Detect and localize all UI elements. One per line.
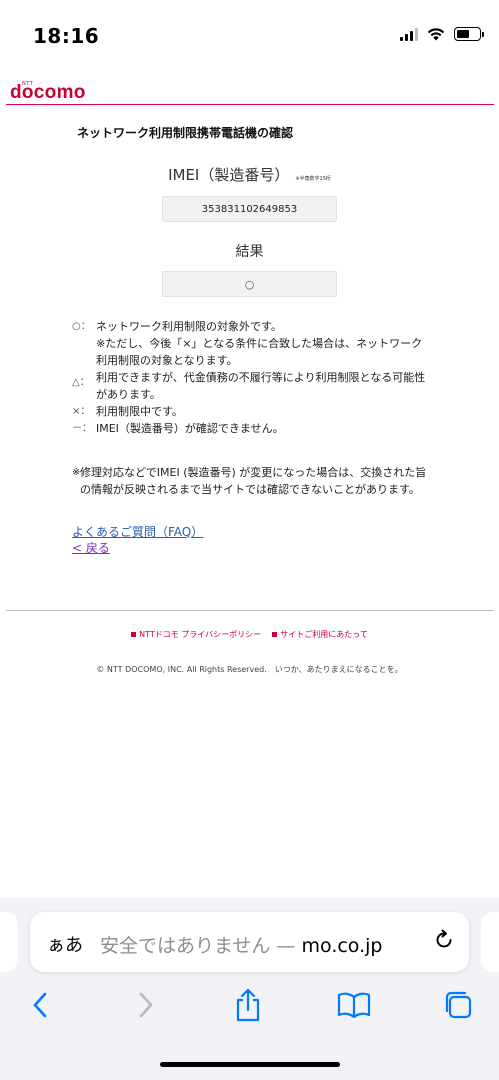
address-bar[interactable]: ぁあ 安全ではありません — mo.co.jp bbox=[30, 912, 469, 972]
bullet-icon bbox=[131, 632, 137, 637]
result-label: 結果 bbox=[235, 244, 264, 260]
copyright: © NTT DOCOMO, INC. All Rights Reserved. … bbox=[96, 665, 403, 674]
legend-item-caution: △： 利用できますが、代金債務の不履行等により利用制限となる可能性があります。 bbox=[72, 369, 432, 403]
share-icon[interactable] bbox=[230, 985, 266, 1025]
privacy-policy-link[interactable]: NTTドコモ プライバシーポリシー bbox=[139, 630, 261, 639]
legend-item-unknown: －： IMEI（製造番号）が確認できません。 bbox=[72, 420, 432, 437]
next-tab-pill[interactable] bbox=[481, 912, 499, 972]
browser-bottom-toolbar bbox=[0, 985, 499, 1030]
status-icons bbox=[400, 27, 484, 41]
page-settings-button[interactable]: ぁあ bbox=[47, 931, 83, 957]
wifi-icon bbox=[427, 28, 445, 41]
page-title: ネットワーク利用制限携帯電話機の確認 bbox=[77, 126, 294, 140]
footnote-text: 修理対応などでIMEI (製造番号) が変更になった場合は、交換された旨の情報が… bbox=[80, 466, 427, 496]
docomo-logo[interactable]: NTT docomo bbox=[10, 78, 86, 104]
legend-symbol: －： bbox=[72, 423, 92, 434]
legend-note: ※ただし、今後「×」となる条件に合致した場合は、ネットワーク利用制限の対象となり… bbox=[96, 337, 423, 367]
back-link[interactable]: < 戻る bbox=[72, 539, 110, 556]
forward-icon[interactable] bbox=[128, 985, 164, 1025]
imei-label: IMEI（製造番号） ※半角数字15桁 bbox=[0, 164, 499, 185]
footnote-mark: ※ bbox=[72, 467, 81, 478]
battery-icon bbox=[454, 27, 484, 41]
url-host: mo.co.jp bbox=[301, 935, 383, 957]
tabs-icon[interactable] bbox=[440, 985, 476, 1025]
legend-symbol: ○： bbox=[72, 321, 91, 332]
previous-tab-pill[interactable] bbox=[0, 912, 18, 972]
legend-symbol: ×： bbox=[72, 406, 91, 417]
imei-note: ※半角数字15桁 bbox=[295, 176, 331, 182]
reload-icon[interactable] bbox=[433, 929, 455, 957]
site-terms-link[interactable]: サイトご利用にあたって bbox=[280, 630, 368, 639]
url-security-warning: 安全ではありません — bbox=[100, 935, 302, 957]
faq-link[interactable]: よくあるご質問（FAQ） bbox=[72, 523, 203, 540]
url-text[interactable]: 安全ではありません — mo.co.jp bbox=[100, 931, 412, 958]
footer-links: NTTドコモ プライバシーポリシー サイトご利用にあたって bbox=[0, 629, 499, 640]
legend-symbol: △： bbox=[72, 377, 90, 388]
imei-label-text: IMEI（製造番号） bbox=[168, 166, 290, 184]
footer-divider bbox=[6, 610, 494, 611]
imei-value-field: 353831102649853 bbox=[162, 196, 337, 222]
status-bar: 18:16 bbox=[0, 0, 499, 70]
result-value-field: ○ bbox=[162, 271, 337, 297]
status-time: 18:16 bbox=[33, 24, 100, 48]
header-divider bbox=[6, 104, 494, 105]
legend-text: 利用できますが、代金債務の不履行等により利用制限となる可能性があります。 bbox=[96, 371, 426, 401]
logo-ntt: NTT bbox=[22, 81, 34, 87]
legend: ○： ネットワーク利用制限の対象外です。 ※ただし、今後「×」となる条件に合致し… bbox=[72, 318, 432, 437]
cellular-signal-icon bbox=[400, 27, 418, 41]
home-indicator[interactable] bbox=[160, 1062, 340, 1067]
legend-text: 利用制限中です。 bbox=[96, 405, 183, 418]
bookmarks-icon[interactable] bbox=[334, 985, 374, 1025]
back-icon[interactable] bbox=[22, 985, 58, 1025]
legend-item-restricted: ×： 利用制限中です。 bbox=[72, 403, 432, 420]
legend-text: ネットワーク利用制限の対象外です。 bbox=[96, 320, 282, 333]
footnote: ※ 修理対応などでIMEI (製造番号) が変更になった場合は、交換された旨の情… bbox=[72, 464, 432, 498]
legend-item-ok: ○： ネットワーク利用制限の対象外です。 bbox=[72, 318, 432, 335]
bullet-icon bbox=[272, 632, 278, 637]
legend-text: IMEI（製造番号）が確認できません。 bbox=[96, 422, 284, 435]
